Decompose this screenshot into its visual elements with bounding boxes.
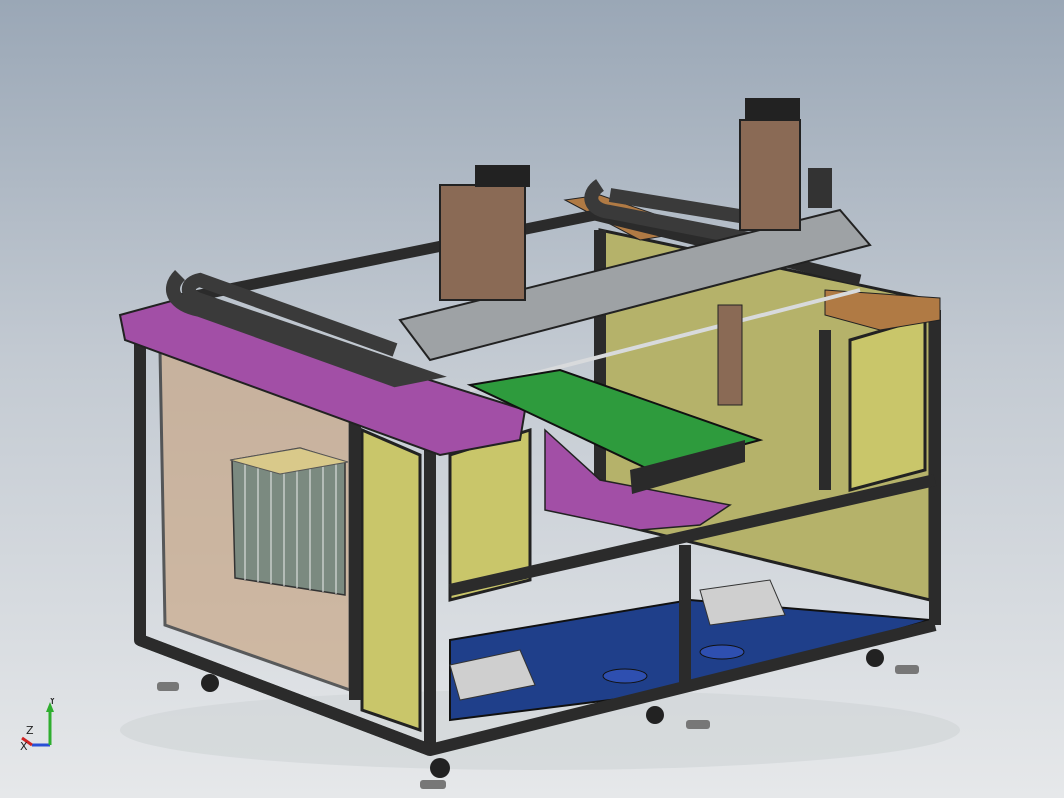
z-axis-left: [439, 184, 526, 301]
hanging-bracket: [717, 304, 743, 406]
blue-roller-left: [602, 668, 648, 684]
right-yellow-panel: [848, 315, 927, 492]
servo-motor: [808, 168, 832, 208]
z-axis-left-motor: [475, 165, 530, 187]
z-axis-right: [739, 119, 801, 231]
machine-model[interactable]: [0, 0, 1064, 798]
blue-roller-right: [699, 644, 745, 660]
triad-x-label: X: [20, 740, 28, 753]
cad-viewport[interactable]: Y Z X: [0, 0, 1064, 798]
coordinate-triad: Y Z X: [12, 698, 62, 758]
triad-z-label: Z: [26, 724, 34, 737]
triad-y-label: Y: [48, 698, 56, 707]
z-axis-right-motor: [745, 98, 800, 120]
front-yellow-panel: [360, 427, 422, 733]
